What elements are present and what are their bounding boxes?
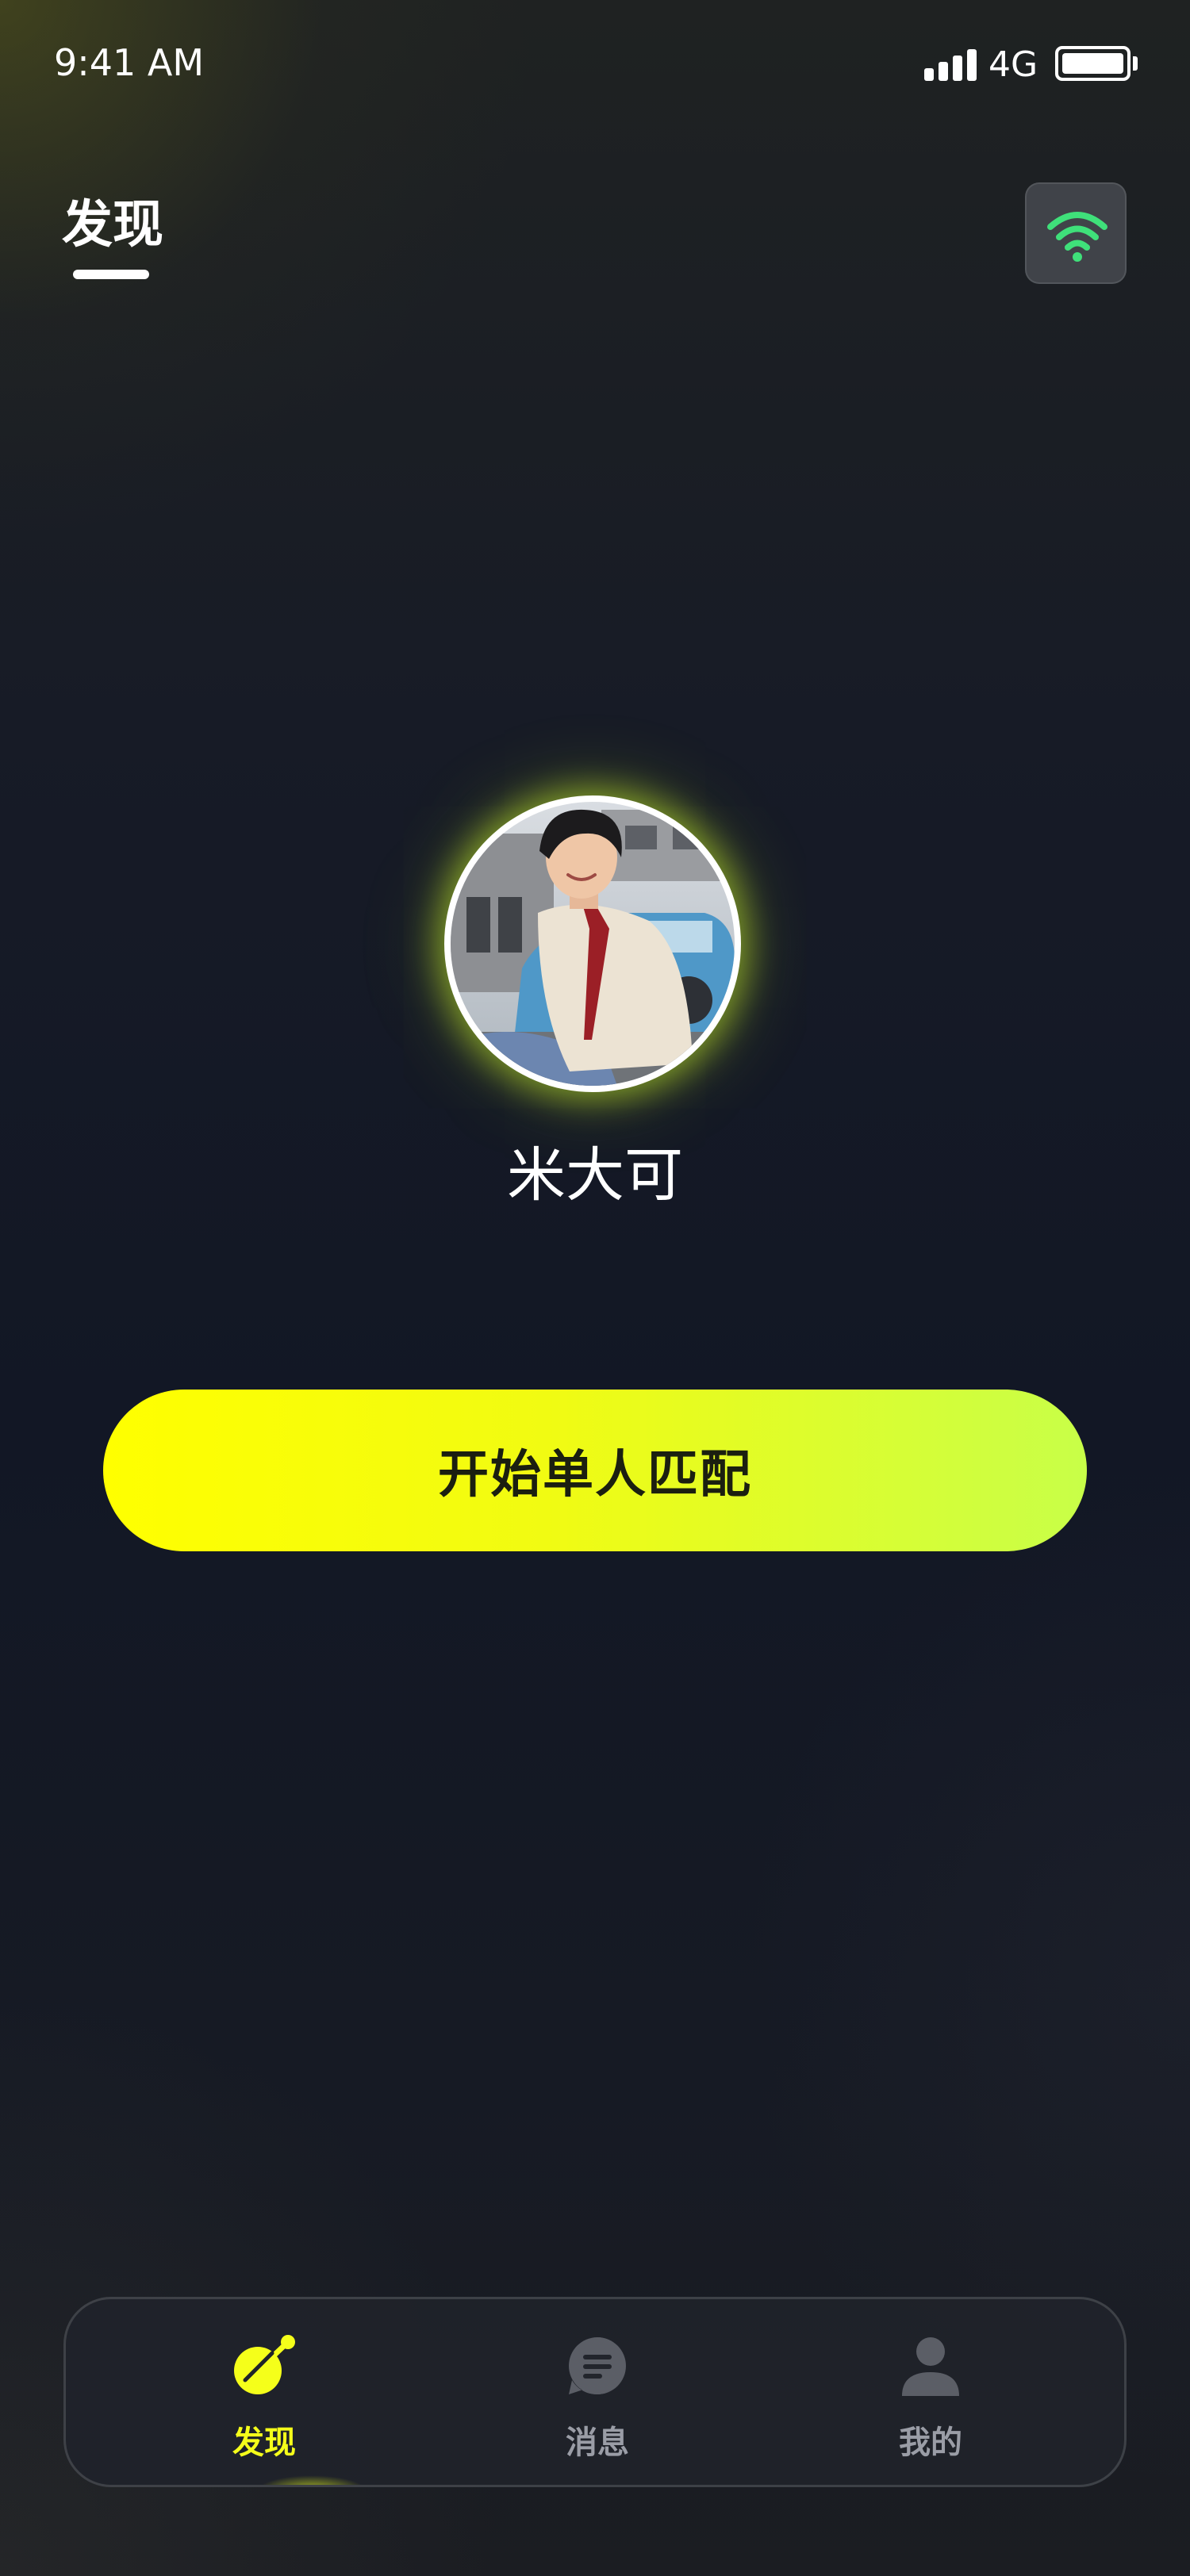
start-solo-match-button[interactable]: 开始单人匹配 — [103, 1390, 1087, 1551]
message-bubble-icon — [569, 2337, 626, 2394]
tab-profile-label: 我的 — [899, 2425, 962, 2461]
avatar-ring[interactable] — [444, 795, 741, 1092]
signal-strength-icon — [924, 48, 980, 81]
tab-profile[interactable]: 我的 — [812, 2299, 1050, 2485]
battery-nub — [1133, 56, 1138, 71]
status-bar: 9:41 AM 4G — [0, 0, 1190, 139]
tab-messages-label: 消息 — [566, 2425, 629, 2461]
radar-dish-icon — [234, 2335, 295, 2394]
person-icon — [902, 2337, 959, 2396]
page-title[interactable]: 发现 — [62, 184, 163, 257]
status-time: 9:41 AM — [54, 41, 205, 84]
user-name: 米大可 — [507, 1141, 683, 1209]
tab-discover-label: 发现 — [232, 2425, 296, 2461]
tab-discover[interactable]: 发现 — [145, 2299, 383, 2485]
wifi-icon — [1047, 212, 1107, 262]
avatar-photo — [451, 802, 735, 1086]
bottom-tab-bar: 发现 消息 我的 — [63, 2297, 1127, 2487]
network-type: 4G — [988, 44, 1038, 85]
battery-icon — [1055, 46, 1130, 81]
wifi-status-button[interactable] — [1025, 182, 1127, 284]
start-solo-match-label: 开始单人匹配 — [438, 1446, 752, 1505]
title-active-indicator — [73, 270, 149, 279]
tab-messages[interactable]: 消息 — [478, 2299, 716, 2485]
avatar[interactable] — [451, 802, 735, 1086]
